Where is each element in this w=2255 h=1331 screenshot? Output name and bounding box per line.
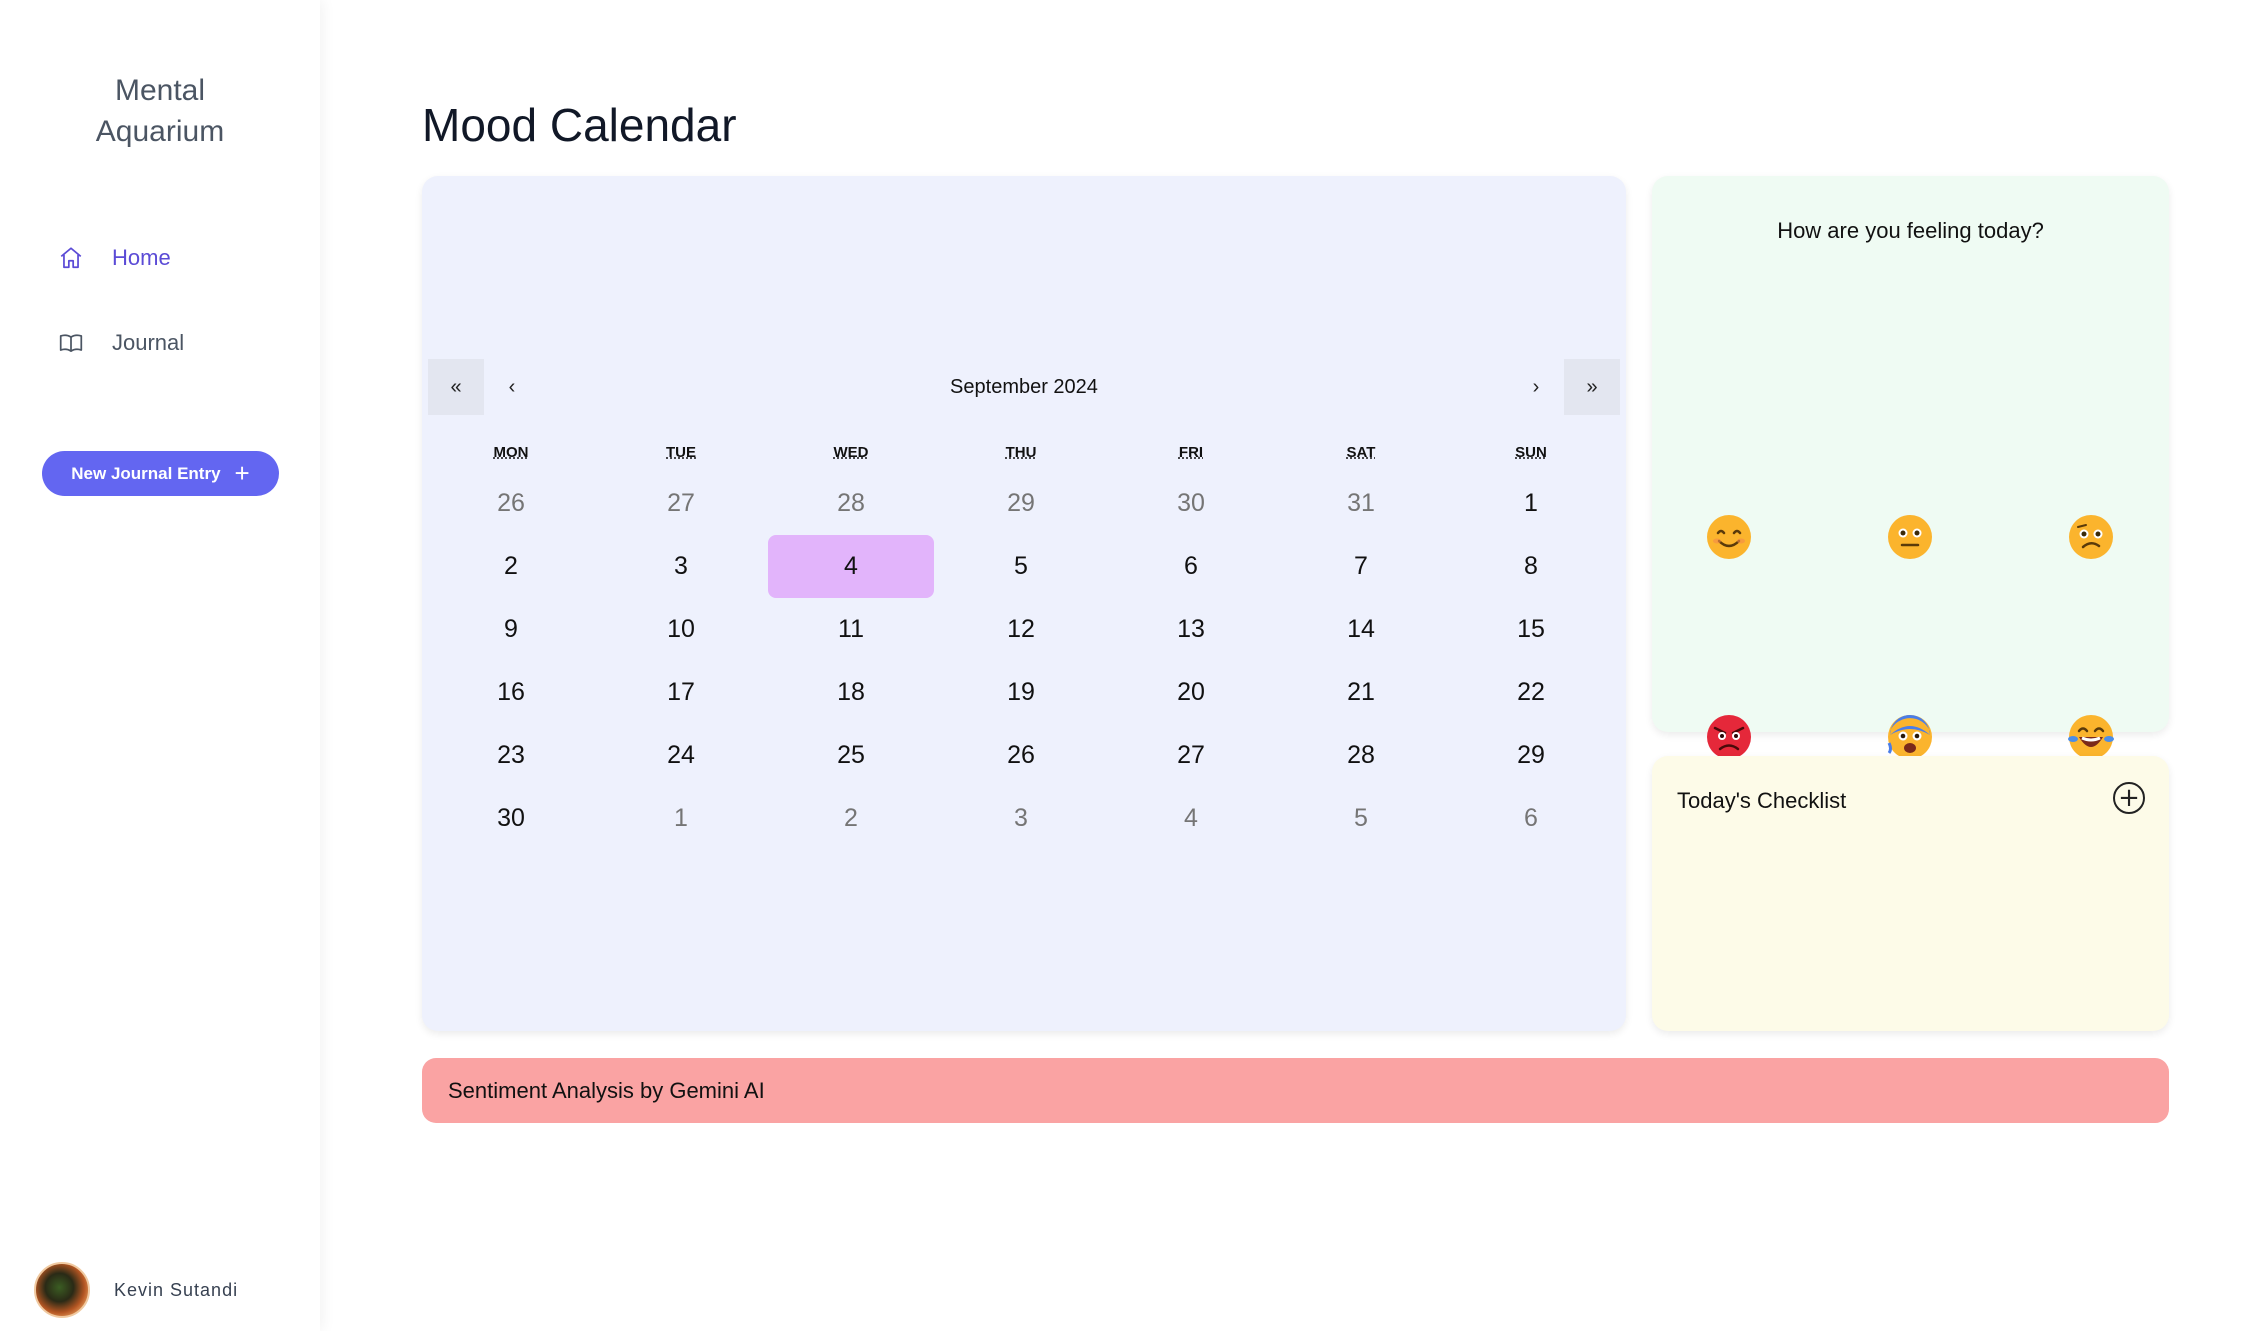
weekday-label: WED	[833, 444, 869, 461]
anxious-face-icon[interactable]	[1886, 713, 1934, 761]
checklist-title: Today's Checklist	[1677, 788, 1847, 813]
calendar-day[interactable]: 29	[1448, 724, 1614, 787]
calendar-day[interactable]: 4	[1108, 787, 1274, 850]
calendar-day[interactable]: 6	[1108, 535, 1274, 598]
calendar-day[interactable]: 15	[1448, 598, 1614, 661]
calendar-day[interactable]: 8	[1448, 535, 1614, 598]
brand-line-2: Aquarium	[95, 115, 225, 148]
mood-picker-card: How are you feeling today?	[1652, 176, 2169, 759]
sentiment-analysis-label: Sentiment Analysis by Gemini AI	[448, 1077, 765, 1103]
prev-year-button[interactable]: «	[428, 359, 484, 415]
plus-icon: +	[234, 457, 250, 488]
calendar-day[interactable]: 6	[1448, 787, 1614, 850]
home-icon	[60, 247, 82, 269]
weekday-label: MON	[493, 444, 529, 461]
calendar-day[interactable]: 30	[1108, 472, 1274, 535]
calendar-day[interactable]: 11	[768, 598, 934, 661]
weekday-label: SUN	[1515, 444, 1547, 461]
mood-calendar: « ‹ September 2024 › » MON TUE WED THU FRI SA…	[422, 176, 1626, 1031]
calendar-day[interactable]: 1	[598, 787, 764, 850]
confused-face-icon[interactable]	[2067, 513, 2115, 561]
book-icon	[59, 334, 83, 352]
calendar-month-label[interactable]: September 2024	[540, 359, 1508, 415]
calendar-day[interactable]: 20	[1108, 661, 1274, 724]
sidebar-item-label: Journal	[112, 330, 185, 355]
sidebar: Mental Aquarium Home Journal New Journal…	[0, 0, 320, 1331]
smiling-face-icon[interactable]	[1705, 513, 1753, 561]
calendar-day[interactable]: 24	[598, 724, 764, 787]
calendar-day[interactable]: 22	[1448, 661, 1614, 724]
sidebar-item-home[interactable]: Home	[58, 238, 171, 278]
new-journal-entry-label: New Journal Entry	[71, 463, 221, 483]
next-year-button[interactable]: »	[1564, 359, 1620, 415]
weekday-header: MON TUE WED THU FRI SAT SUN	[422, 444, 1616, 461]
calendar-day-today[interactable]: 4	[768, 535, 934, 598]
sentiment-analysis-banner[interactable]: Sentiment Analysis by Gemini AI	[422, 1058, 2169, 1123]
calendar-day[interactable]: 3	[598, 535, 764, 598]
calendar-day[interactable]: 13	[1108, 598, 1274, 661]
calendar-day[interactable]: 28	[1278, 724, 1444, 787]
calendar-day[interactable]: 19	[938, 661, 1104, 724]
plus-circle-icon: +	[2118, 783, 2140, 813]
calendar-days-grid: 26 27 28 29 30 31 1 2 3 4 5 6 7 8 9 10 11 12 13 14 15 16 17 18 1…	[422, 472, 1616, 850]
calendar-day[interactable]: 12	[938, 598, 1104, 661]
weekday-label: SAT	[1346, 444, 1376, 461]
weekday-label: FRI	[1178, 444, 1204, 461]
calendar-day[interactable]: 9	[428, 598, 594, 661]
calendar-day[interactable]: 18	[768, 661, 934, 724]
weekday-label: THU	[1005, 444, 1037, 461]
calendar-day[interactable]: 21	[1278, 661, 1444, 724]
laughing-face-icon[interactable]	[2067, 713, 2115, 761]
todays-checklist-card: Today's Checklist +	[1652, 756, 2169, 1031]
calendar-day[interactable]: 27	[1108, 724, 1274, 787]
calendar-day[interactable]: 28	[768, 472, 934, 535]
brand-line-1: Mental	[114, 74, 206, 107]
next-month-button[interactable]: ›	[1508, 359, 1564, 415]
calendar-day[interactable]: 5	[938, 535, 1104, 598]
calendar-day[interactable]: 10	[598, 598, 764, 661]
calendar-day[interactable]: 3	[938, 787, 1104, 850]
sidebar-item-journal[interactable]: Journal	[58, 323, 184, 363]
user-profile[interactable]: Kevin Sutandi	[34, 1262, 238, 1318]
prev-month-button[interactable]: ‹	[484, 359, 540, 415]
calendar-day[interactable]: 23	[428, 724, 594, 787]
add-checklist-item-button[interactable]: +	[2113, 782, 2145, 814]
calendar-day[interactable]: 16	[428, 661, 594, 724]
calendar-day[interactable]: 27	[598, 472, 764, 535]
page-title: Mood Calendar	[422, 99, 737, 151]
calendar-day[interactable]: 2	[768, 787, 934, 850]
brand-logo-text: Mental Aquarium	[0, 70, 320, 152]
calendar-day[interactable]: 14	[1278, 598, 1444, 661]
calendar-day[interactable]: 25	[768, 724, 934, 787]
calendar-day[interactable]: 26	[938, 724, 1104, 787]
calendar-day[interactable]: 17	[598, 661, 764, 724]
calendar-day[interactable]: 2	[428, 535, 594, 598]
new-journal-entry-button[interactable]: New Journal Entry +	[42, 451, 279, 496]
calendar-day[interactable]: 5	[1278, 787, 1444, 850]
calendar-day[interactable]: 1	[1448, 472, 1614, 535]
avatar	[34, 1262, 90, 1318]
calendar-day[interactable]: 30	[428, 787, 594, 850]
calendar-day[interactable]: 7	[1278, 535, 1444, 598]
calendar-day[interactable]: 31	[1278, 472, 1444, 535]
sidebar-item-label: Home	[112, 245, 171, 270]
angry-face-icon[interactable]	[1705, 713, 1753, 761]
calendar-day[interactable]: 26	[428, 472, 594, 535]
user-name: Kevin Sutandi	[114, 1279, 239, 1300]
weekday-label: TUE	[666, 444, 696, 461]
mood-question: How are you feeling today?	[1777, 218, 2044, 243]
neutral-face-icon[interactable]	[1886, 513, 1934, 561]
calendar-day[interactable]: 29	[938, 472, 1104, 535]
app-root: Mental Aquarium Home Journal New Journal…	[0, 0, 2255, 1331]
